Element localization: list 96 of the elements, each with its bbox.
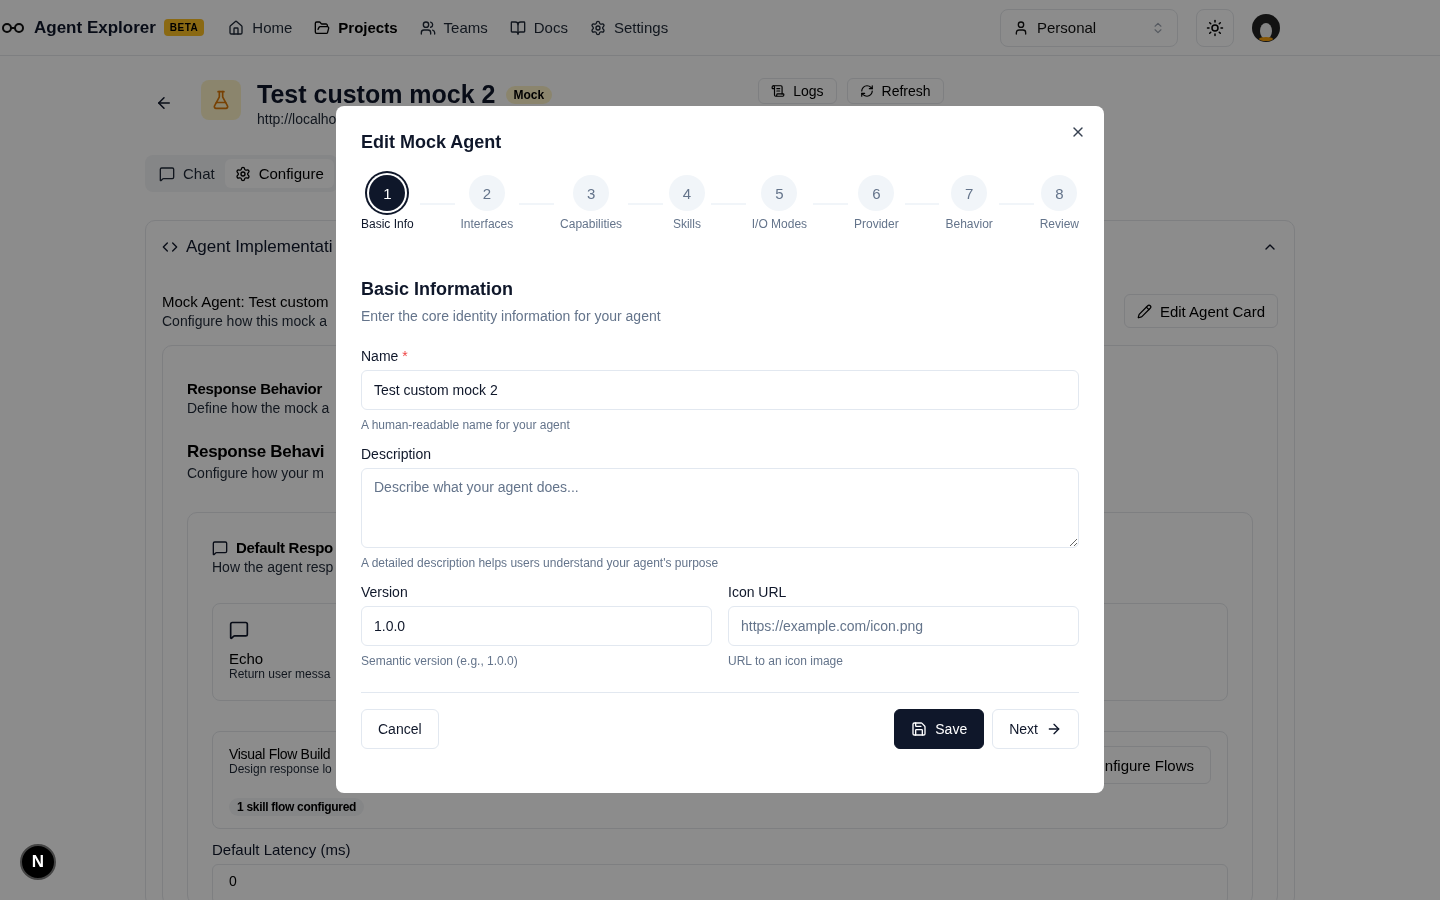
settings-icon (234, 165, 251, 182)
tab[interactable]: Configure (224, 159, 334, 188)
flow-title: Visual Flow Build (229, 746, 331, 762)
step-label: Basic Info (361, 217, 414, 231)
workspace-selector[interactable]: Personal (1000, 8, 1178, 47)
version-label: Version (361, 584, 409, 600)
step-number: 3 (573, 175, 610, 211)
step-number: 4 (668, 175, 705, 211)
description-field[interactable]: Describe what your agent does... (361, 468, 1079, 548)
avatar-icon[interactable] (1252, 13, 1280, 42)
nav-link[interactable]: Projects (314, 19, 398, 36)
save-button[interactable]: Save (894, 709, 985, 749)
wizard-step[interactable]: 1 Basic Info (361, 175, 414, 231)
flow-count-badge: 1 skill flow configured (229, 798, 365, 816)
chat-icon (229, 620, 249, 640)
wizard-step[interactable]: 2 Interfaces (460, 175, 514, 231)
step-label: Capabilities (560, 217, 623, 231)
next-button[interactable]: Next (992, 709, 1079, 749)
glasses-logo-icon (2, 21, 24, 34)
nav-link[interactable]: Docs (509, 19, 568, 36)
name-field[interactable]: Test custom mock 2 (361, 370, 1079, 410)
step-label: Provider (853, 217, 899, 231)
version-field[interactable]: 1.0.0 (361, 606, 712, 646)
beta-badge: BETA (163, 19, 205, 36)
arrow-right-icon (1046, 721, 1062, 737)
flow-description: Design response lo (229, 762, 332, 776)
step-number: 1 (369, 175, 406, 211)
section-description: Configure how this mock a (162, 313, 327, 329)
icon-url-field[interactable]: https://example.com/icon.png (728, 606, 1079, 646)
icon-url-label: Icon URL (728, 584, 788, 600)
wizard-step[interactable]: 5 I/O Modes (751, 175, 808, 231)
chat-icon (159, 165, 175, 182)
panel-description: How the agent resp (212, 559, 334, 575)
option-title: Echo (229, 650, 264, 667)
panel-title: Default Respo (236, 539, 333, 556)
nav-link[interactable]: Settings (589, 19, 669, 36)
help-text: A detailed description helps users understand your agent's purpose (361, 556, 720, 570)
tab[interactable]: Chat (149, 159, 225, 188)
code-icon (162, 239, 178, 255)
nav-link[interactable]: Home (228, 19, 293, 36)
step-number: 2 (468, 175, 505, 211)
chat-icon (212, 539, 228, 556)
latency-label: Default Latency (ms) (212, 841, 352, 858)
step-label: Interfaces (460, 217, 514, 231)
header-action-button[interactable]: Logs (758, 78, 837, 104)
book-icon (509, 19, 526, 36)
panel-description: Define how the mock a (187, 400, 330, 416)
step-label: Skills (672, 217, 701, 231)
wizard-step[interactable]: 3 Capabilities (560, 175, 623, 231)
dialog-title: Edit Mock Agent (361, 132, 503, 153)
section-heading: Mock Agent: Test custom (162, 293, 329, 310)
wizard-step[interactable]: 4 Skills (668, 175, 705, 231)
step-number: 7 (951, 175, 988, 211)
help-text: Semantic version (e.g., 1.0.0) (361, 654, 519, 668)
mock-badge: Mock (505, 85, 553, 104)
dev-tools-badge[interactable]: N (20, 844, 56, 880)
document-icon (771, 84, 786, 98)
help-text: URL to an icon image (728, 654, 844, 668)
edit-agent-card-button[interactable]: Edit Agent Card (1123, 294, 1278, 328)
step-label: Behavior (945, 217, 993, 231)
wizard-step[interactable]: 6 Provider (853, 175, 899, 231)
latency-field[interactable]: 0 (212, 864, 1228, 900)
home-icon (228, 19, 245, 36)
flask-icon (211, 90, 231, 110)
agent-url: http://localho (257, 111, 338, 127)
users-icon (419, 19, 436, 36)
name-label: Name * (361, 348, 409, 364)
settings-icon (589, 19, 606, 36)
theme-toggle-button[interactable] (1196, 8, 1234, 47)
refresh-icon (859, 84, 874, 98)
step-number: 5 (761, 175, 798, 211)
panel-heading: Response Behavi (187, 442, 325, 462)
section-title: Basic Information (361, 279, 515, 300)
option-description: Return user messa (229, 667, 331, 681)
description-label: Description (361, 446, 433, 462)
wizard-step[interactable]: 7 Behavior (945, 175, 993, 231)
step-number: 6 (858, 175, 895, 211)
step-label: I/O Modes (751, 217, 808, 231)
header-action-button[interactable]: Refresh (846, 78, 944, 104)
panel-title: Response Behavior (187, 380, 322, 397)
step-number: 8 (1041, 175, 1078, 211)
agent-title: Test custom mock 2 (257, 80, 496, 109)
brand-name: Agent Explorer (34, 17, 156, 38)
section-subtitle: Enter the core identity information for your agent (361, 308, 662, 324)
panel-description: Configure how your m (187, 465, 324, 481)
pencil-icon (1136, 303, 1152, 319)
card-title: Agent Implementati (186, 237, 333, 257)
step-label: Review (1039, 217, 1080, 231)
nav-link[interactable]: Teams (419, 19, 488, 36)
user-icon (1013, 19, 1029, 36)
sun-icon (1206, 18, 1224, 37)
folder-icon (314, 19, 331, 36)
help-text: A human-readable name for your agent (361, 418, 571, 432)
cancel-button[interactable]: Cancel (361, 709, 439, 749)
save-icon (911, 721, 928, 737)
wizard-step[interactable]: 8 Review (1039, 175, 1080, 231)
